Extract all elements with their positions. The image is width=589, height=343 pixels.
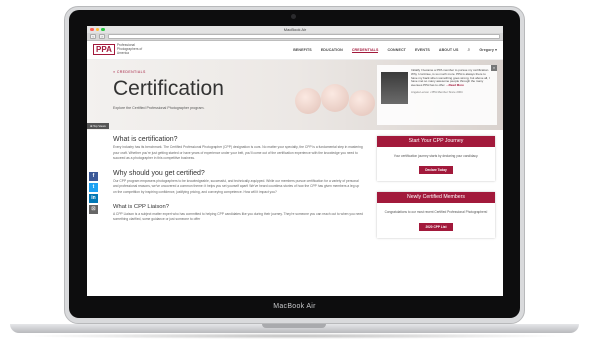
page-subtitle: Explore the Certified Professional Photo… [113, 106, 205, 110]
cpp-journey-text: Your certification journey starts by dec… [393, 154, 479, 158]
top-views-tab[interactable]: ⊕ Top Views [87, 123, 109, 129]
window-title: MacBook Air [283, 27, 307, 32]
section-title-why-certified: Why should you get certified? [113, 169, 205, 177]
baby-photo-2 [321, 84, 349, 112]
nav-item-credentials[interactable]: CREDENTIALS [351, 48, 379, 53]
address-bar[interactable] [108, 34, 500, 39]
testimonial-author: Angela Lerson • PPA Member Since 2004 [411, 89, 463, 94]
cpp-list-button[interactable]: 2020 CPP List [419, 222, 453, 231]
section-text-what-is-certification: Every industry has its benchmark. The Ce… [113, 145, 363, 161]
back-button[interactable]: ‹ [90, 34, 96, 39]
forward-button[interactable]: › [99, 34, 105, 39]
declare-today-button[interactable]: Declare Today [419, 166, 453, 175]
testimonial-box: Initially I became a PPA member to pursu… [377, 65, 497, 125]
window-controls [90, 27, 105, 31]
logo-text: Professional Photographers of America [116, 43, 143, 55]
minimize-window-icon[interactable] [95, 27, 99, 31]
newly-certified-card: Newly Certified Members Congratulations … [377, 192, 495, 238]
laptop-notch [262, 324, 326, 328]
section-title-cpp-liaison: What is CPP Liaison? [113, 203, 169, 210]
cpp-journey-title: Start Your CPP Journey [377, 136, 495, 147]
page-title: Certification [113, 77, 224, 100]
read-more-link[interactable]: ...Read More [446, 83, 464, 87]
macbook-label: MacBook Air [273, 303, 316, 310]
ppa-logo[interactable]: PPA Professional Photographers of Americ… [93, 43, 153, 56]
search-icon[interactable]: ⌕ [468, 47, 471, 53]
main-menu: BENEFITS EDUCATION CREDENTIALS CONNECT E… [293, 47, 497, 53]
social-share-bar: f t in ⊡ [89, 172, 98, 216]
section-title-what-is-certification: What is certification? [113, 136, 178, 143]
close-icon[interactable]: × [491, 65, 497, 71]
laptop-frame: MacBook Air ‹ › PPA Professional Photogr… [0, 0, 589, 343]
linkedin-icon[interactable]: in [89, 194, 98, 203]
user-menu[interactable]: Gregory ▾ [479, 48, 497, 52]
twitter-icon[interactable]: t [89, 183, 98, 192]
hero-photo [291, 68, 386, 128]
bookmark-icon[interactable]: ⊡ [89, 205, 98, 214]
newly-certified-body: Congratulations to our most recent Certi… [377, 203, 495, 237]
section-text-why-certified: Our CPP program empowers photographers t… [113, 178, 360, 194]
cpp-journey-card: Start Your CPP Journey Your certificatio… [377, 136, 495, 182]
section-text-cpp-liaison: A CPP Liaison is a subject matter expert… [113, 211, 363, 222]
site-navigation: PPA Professional Photographers of Americ… [87, 41, 503, 60]
nav-item-connect[interactable]: CONNECT [387, 48, 405, 52]
screen: MacBook Air ‹ › PPA Professional Photogr… [87, 26, 503, 296]
baby-photo-1 [295, 88, 321, 114]
logo-mark: PPA [93, 44, 115, 56]
newly-certified-text: Congratulations to our most recent Certi… [384, 210, 488, 215]
testimonial-photo [381, 72, 408, 104]
sidebar: Start Your CPP Journey Your certificatio… [377, 136, 495, 249]
newly-certified-title: Newly Certified Members [377, 192, 495, 204]
nav-item-about-us[interactable]: ABOUT US [439, 48, 459, 52]
nav-item-education[interactable]: EDUCATION [321, 48, 343, 52]
maximize-window-icon[interactable] [101, 27, 105, 31]
close-window-icon[interactable] [90, 27, 94, 31]
browser-title-bar: MacBook Air [87, 26, 503, 33]
facebook-icon[interactable]: f [89, 172, 98, 181]
camera-icon [291, 14, 296, 19]
cpp-journey-body: Your certification journey starts by dec… [377, 147, 495, 181]
testimonial-text: Initially I became a PPA member to pursu… [411, 68, 493, 88]
nav-item-events[interactable]: EVENTS [415, 48, 430, 52]
hero-banner: ≡ CREDENTIALS Certification Explore the … [87, 60, 503, 130]
laptop-shadow [20, 333, 569, 339]
main-article: What is certification? Every industry ha… [113, 136, 363, 231]
content-area: f t in ⊡ What is certification? Every in… [87, 130, 503, 296]
browser-toolbar: ‹ › [87, 33, 503, 41]
nav-item-benefits[interactable]: BENEFITS [293, 48, 312, 52]
baby-photo-3 [349, 90, 375, 116]
breadcrumb[interactable]: ≡ CREDENTIALS [113, 70, 146, 74]
